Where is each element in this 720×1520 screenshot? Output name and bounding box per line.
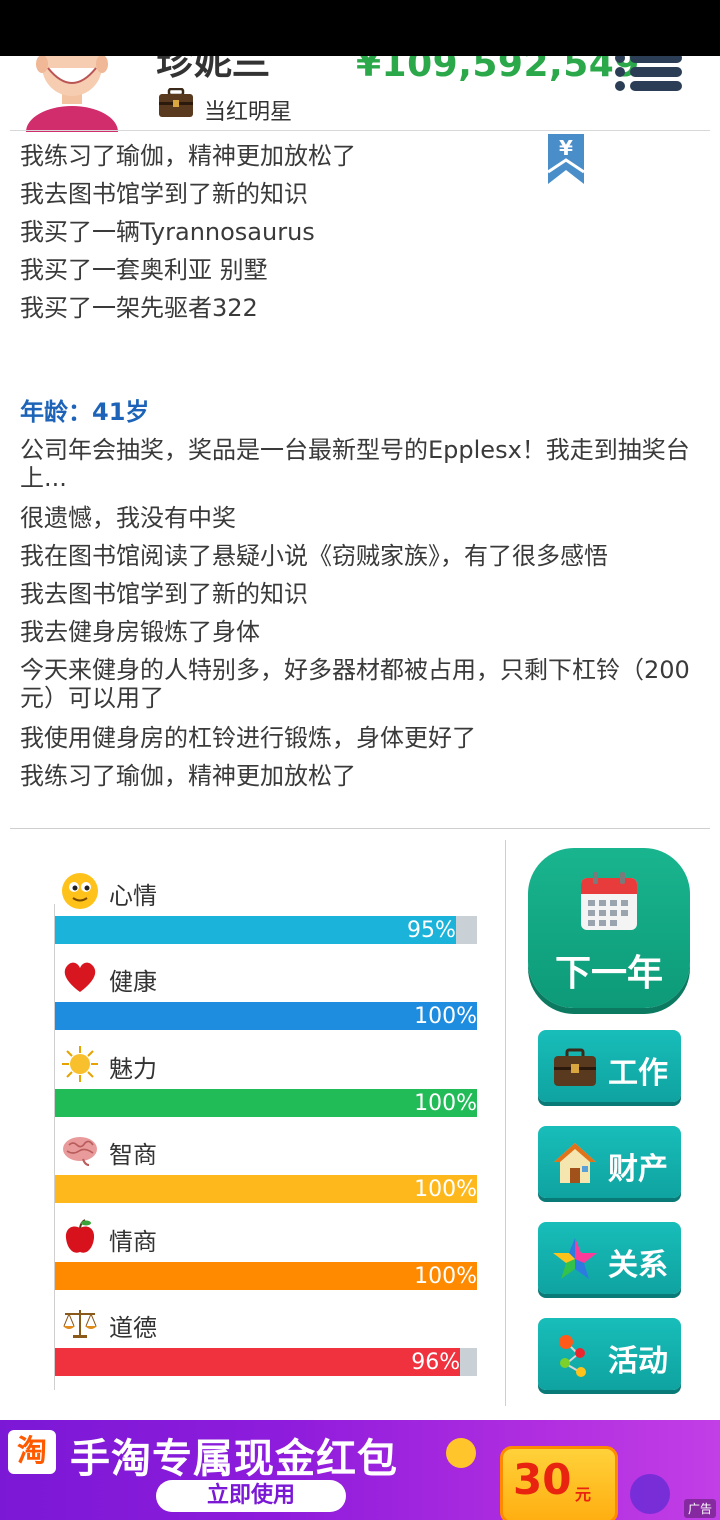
- stat-mood: 心情 95%: [55, 872, 477, 958]
- stat-label: 道德: [109, 1314, 157, 1342]
- stat-bar-fill: 96%: [55, 1348, 461, 1376]
- log-line: 我去图书馆学到了新的知识: [20, 580, 308, 608]
- activity-dots-icon: [559, 1335, 586, 1377]
- profile-header: 珍妮兰 当红明星 ¥109,592,549: [0, 56, 720, 132]
- stat-bar: 100%: [55, 1175, 477, 1203]
- log-line: 我使用健身房的杠铃进行锻炼，身体更好了: [20, 724, 476, 752]
- log-line: 公司年会抽奖，奖品是一台最新型号的Epplesx！我走到抽奖台上...: [20, 436, 690, 492]
- property-button[interactable]: 财产: [538, 1126, 681, 1198]
- log-line: 我买了一套奥利亚 别墅: [20, 256, 268, 284]
- next-year-button[interactable]: 下一年: [528, 848, 690, 1008]
- log-line: 我在图书馆阅读了悬疑小说《窃贼家族》，有了很多感悟: [20, 542, 608, 570]
- log-line: 我去健身房锻炼了身体: [20, 618, 260, 646]
- panel-divider: [505, 840, 506, 1406]
- work-button[interactable]: 工作: [538, 1030, 681, 1102]
- stat-bar-fill: 95%: [55, 916, 456, 944]
- stat-bar: 100%: [55, 1262, 477, 1290]
- ad-cta-button[interactable]: 立即使用: [156, 1480, 346, 1512]
- menu-icon[interactable]: [612, 56, 684, 94]
- header-divider: [10, 130, 710, 131]
- stat-percent: 95%: [406, 918, 456, 943]
- stat-percent: 100%: [414, 1091, 477, 1116]
- next-year-label: 下一年: [554, 953, 663, 994]
- relations-label: 关系: [608, 1248, 668, 1283]
- log-line: 今天来健身的人特别多，好多器材都被占用，只剩下杠铃（200元）可以用了: [20, 656, 690, 712]
- ad-title: 手淘专属现金红包: [70, 1436, 398, 1482]
- stat-label: 情商: [109, 1228, 157, 1256]
- stat-bar: 100%: [55, 1089, 477, 1117]
- stat-bar: 95%: [55, 916, 477, 944]
- stat-label: 心情: [109, 882, 157, 910]
- property-label: 财产: [608, 1152, 668, 1187]
- money-balance: ¥109,592,549: [356, 56, 640, 85]
- briefcase-icon: [554, 1048, 596, 1086]
- job-title: 当红明星: [204, 100, 293, 125]
- stat-percent: 100%: [414, 1004, 477, 1029]
- stat-bar-fill: 100%: [55, 1002, 477, 1030]
- coupon-unit: 元: [575, 1485, 592, 1504]
- stat-health: 健康 100%: [55, 958, 477, 1044]
- age-heading: 年龄：41岁: [20, 398, 150, 426]
- activities-label: 活动: [608, 1344, 668, 1379]
- taobao-logo: 淘: [8, 1430, 56, 1474]
- log-line: 我买了一辆Tyrannosaurus: [20, 218, 315, 246]
- ad-banner[interactable]: 淘 手淘专属现金红包 立即使用 30 元 广告: [0, 1420, 720, 1520]
- stat-bar: 96%: [55, 1348, 477, 1376]
- smiley-icon: [62, 873, 98, 909]
- work-label: 工作: [608, 1056, 668, 1091]
- stat-label: 智商: [109, 1141, 157, 1169]
- yen-symbol: ¥: [559, 136, 573, 160]
- log-line: 我去图书馆学到了新的知识: [20, 180, 308, 208]
- stat-charm: 魅力 100%: [55, 1045, 477, 1131]
- bubble-decoration: [630, 1474, 670, 1514]
- coupon-amount: 30: [513, 1455, 572, 1504]
- stat-percent: 96%: [411, 1350, 461, 1375]
- house-icon: [554, 1143, 596, 1183]
- scales-icon: [63, 1310, 97, 1338]
- status-bar: [0, 0, 720, 56]
- log-line: 我买了一架先驱者322: [20, 294, 258, 322]
- log-divider: [10, 828, 710, 829]
- ad-tag: 广告: [683, 1499, 716, 1518]
- apple-icon: [65, 1219, 95, 1253]
- stat-eq: 情商 100%: [55, 1218, 477, 1304]
- stat-bar-fill: 100%: [55, 1089, 477, 1117]
- stat-bar-fill: 100%: [55, 1262, 477, 1290]
- relations-button[interactable]: 关系: [538, 1222, 681, 1294]
- log-line: 我练习了瑜伽，精神更加放松了: [20, 762, 356, 790]
- stat-morality: 道德 96%: [55, 1304, 477, 1390]
- avatar[interactable]: [22, 56, 122, 132]
- sun-icon: [62, 1046, 98, 1082]
- star-icon: [553, 1238, 597, 1279]
- stat-label: 健康: [109, 968, 157, 996]
- event-log[interactable]: 我练习了瑜伽，精神更加放松了 我去图书馆学到了新的知识 我买了一辆Tyranno…: [0, 138, 720, 818]
- stat-percent: 100%: [414, 1177, 477, 1202]
- stat-percent: 100%: [414, 1264, 477, 1289]
- calendar-icon: [581, 872, 637, 930]
- stat-label: 魅力: [109, 1055, 157, 1083]
- briefcase-icon: [159, 88, 193, 117]
- stat-bar: 100%: [55, 1002, 477, 1030]
- money-flag-button[interactable]: ¥: [547, 134, 585, 186]
- coupon-badge: 30 元: [500, 1446, 618, 1520]
- log-line: 我练习了瑜伽，精神更加放松了: [20, 142, 356, 170]
- stat-bar-fill: 100%: [55, 1175, 477, 1203]
- activities-button[interactable]: 活动: [538, 1318, 681, 1390]
- player-name: 珍妮兰: [156, 56, 271, 83]
- heart-icon: [64, 962, 96, 992]
- log-line: 很遗憾，我没有中奖: [20, 504, 236, 532]
- brain-icon: [63, 1137, 97, 1166]
- coin-decoration: [446, 1438, 476, 1468]
- stat-iq: 智商 100%: [55, 1131, 477, 1217]
